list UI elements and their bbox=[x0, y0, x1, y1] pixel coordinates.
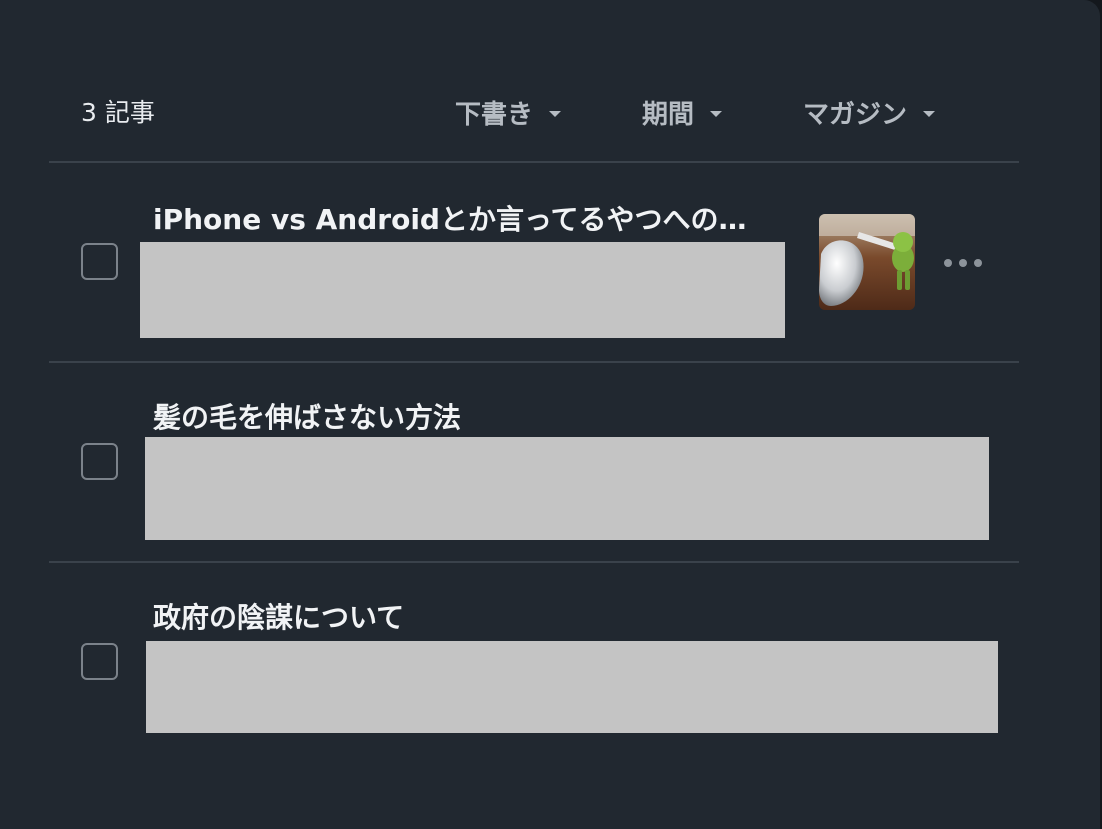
more-icon-dot bbox=[959, 259, 967, 267]
filter-period-label: 期間 bbox=[642, 99, 695, 130]
divider bbox=[49, 561, 1019, 563]
divider bbox=[49, 361, 1019, 363]
more-options-button[interactable] bbox=[944, 252, 982, 274]
divider bbox=[49, 161, 1019, 163]
redacted-block bbox=[140, 242, 785, 338]
select-checkbox[interactable] bbox=[81, 243, 118, 280]
redacted-block bbox=[146, 641, 998, 733]
more-icon bbox=[944, 259, 952, 267]
list-header: 3 記事 下書き 期間 マガジン bbox=[0, 0, 1100, 162]
apple-vs-android-image bbox=[819, 214, 915, 310]
filter-period-dropdown[interactable]: 期間 bbox=[642, 95, 723, 130]
filter-magazine-dropdown[interactable]: マガジン bbox=[803, 95, 936, 130]
filter-draft-dropdown[interactable]: 下書き bbox=[455, 95, 562, 130]
chevron-down-icon bbox=[923, 110, 936, 117]
articles-panel: 3 記事 下書き 期間 マガジン iPhone vs Androidとか言ってる… bbox=[0, 0, 1100, 829]
article-title[interactable]: 政府の陰謀について bbox=[153, 600, 404, 636]
article-thumbnail bbox=[819, 214, 915, 310]
article-title[interactable]: iPhone vs Androidとか言ってるやつへの… bbox=[153, 202, 785, 238]
filter-magazine-label: マガジン bbox=[803, 99, 908, 130]
article-count: 3 記事 bbox=[81, 98, 155, 127]
filter-draft-label: 下書き bbox=[455, 99, 534, 130]
redacted-block bbox=[145, 437, 989, 540]
article-title[interactable]: 髪の毛を伸ばさない方法 bbox=[153, 400, 461, 436]
select-checkbox[interactable] bbox=[81, 643, 118, 680]
chevron-down-icon bbox=[710, 110, 723, 117]
more-icon-dot bbox=[974, 259, 982, 267]
select-checkbox[interactable] bbox=[81, 443, 118, 480]
chevron-down-icon bbox=[549, 110, 562, 117]
